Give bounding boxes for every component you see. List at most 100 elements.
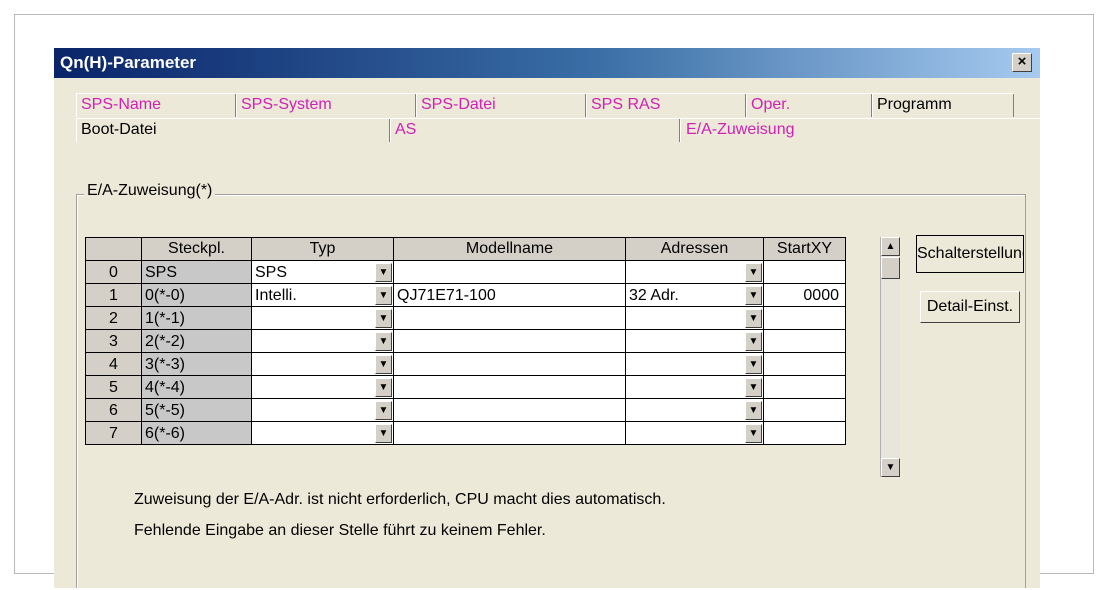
tab-oper[interactable]: Oper. (746, 93, 872, 117)
table-row: 2 1(*-1) ▼ ▼ (85, 306, 846, 330)
start-xy-cell[interactable] (763, 421, 846, 445)
chevron-down-icon[interactable]: ▼ (375, 423, 392, 443)
info-note-2: Fehlende Eingabe an dieser Stelle führt … (134, 522, 546, 539)
row-number: 7 (85, 421, 142, 445)
type-cell[interactable]: ▼ (251, 421, 394, 445)
row-number: 1 (85, 283, 142, 307)
slot-cell[interactable]: 1(*-1) (141, 306, 252, 330)
tab-label: Oper. (751, 96, 791, 113)
model-name-cell[interactable] (393, 329, 626, 353)
tab-sps-ras[interactable]: SPS RAS (586, 93, 746, 117)
button-label: Detail-Einst. (926, 298, 1014, 315)
chevron-down-icon[interactable]: ▼ (745, 400, 762, 420)
type-cell[interactable]: ▼ (251, 352, 394, 376)
row-number: 5 (85, 375, 142, 399)
button-label: Schalterstellung (917, 245, 1024, 262)
detail-settings-button[interactable]: Detail-Einst. (920, 291, 1020, 323)
scroll-thumb[interactable] (881, 257, 900, 279)
address-cell[interactable]: ▼ (625, 329, 764, 353)
chevron-down-icon[interactable]: ▼ (745, 354, 762, 374)
start-xy-cell[interactable] (763, 375, 846, 399)
row-number: 3 (85, 329, 142, 353)
model-name-cell[interactable] (393, 375, 626, 399)
switch-settings-button[interactable]: Schalterstellung (916, 235, 1024, 273)
type-cell[interactable]: ▼ (251, 306, 394, 330)
table-row: 6 5(*-5) ▼ ▼ (85, 398, 846, 422)
tab-sps-datei[interactable]: SPS-Datei (416, 93, 586, 117)
row-number: 4 (85, 352, 142, 376)
address-cell[interactable]: ▼ (625, 352, 764, 376)
chevron-down-icon[interactable]: ▼ (375, 377, 392, 397)
slot-cell-value: 3(*-3) (145, 355, 186, 373)
table-row: 7 6(*-6) ▼ ▼ (85, 421, 846, 445)
chevron-down-icon[interactable]: ▼ (745, 423, 762, 443)
start-xy-cell[interactable] (763, 329, 846, 353)
model-name-cell[interactable] (393, 306, 626, 330)
table-scrollbar[interactable]: ▲ ▼ (880, 237, 900, 477)
start-xy-cell[interactable] (763, 352, 846, 376)
chevron-down-icon[interactable]: ▼ (375, 308, 392, 328)
chevron-down-icon[interactable]: ▼ (375, 331, 392, 351)
row-number-value: 4 (109, 355, 118, 373)
start-xy-cell[interactable] (763, 306, 846, 330)
slot-cell[interactable]: 2(*-2) (141, 329, 252, 353)
tab-ea-zuweisung[interactable]: E/A-Zuweisung (680, 118, 1040, 142)
chevron-down-icon[interactable]: ▼ (375, 262, 392, 282)
slot-cell[interactable]: 5(*-5) (141, 398, 252, 422)
model-name-cell[interactable] (393, 352, 626, 376)
tab-row-divider (76, 118, 1040, 119)
tab-programm[interactable]: Programm (872, 93, 1014, 117)
header-modellname: Modellname (393, 237, 626, 261)
chevron-down-icon[interactable]: ▼ (375, 400, 392, 420)
chevron-down-icon[interactable]: ▼ (745, 285, 762, 305)
model-name-cell-value: QJ71E71-100 (397, 286, 496, 304)
chevron-down-icon[interactable]: ▼ (745, 331, 762, 351)
tab-sps-system[interactable]: SPS-System (236, 93, 416, 117)
tab-as[interactable]: AS (390, 118, 680, 142)
model-name-cell[interactable] (393, 260, 626, 284)
chevron-down-icon[interactable]: ▼ (375, 285, 392, 305)
address-cell[interactable]: ▼ (625, 260, 764, 284)
tab-boot-datei[interactable]: Boot-Datei (76, 118, 390, 142)
scroll-up-icon[interactable]: ▲ (881, 237, 900, 256)
type-cell[interactable]: Intelli. ▼ (251, 283, 394, 307)
type-cell[interactable]: ▼ (251, 375, 394, 399)
slot-cell[interactable]: 0(*-0) (141, 283, 252, 307)
start-xy-cell[interactable]: 0000 (763, 283, 846, 307)
slot-cell[interactable]: 3(*-3) (141, 352, 252, 376)
chevron-down-icon[interactable]: ▼ (375, 354, 392, 374)
tab-label: Boot-Datei (81, 121, 157, 138)
header-corner (85, 237, 142, 261)
chevron-down-icon[interactable]: ▼ (745, 262, 762, 282)
slot-cell-value: 1(*-1) (145, 309, 186, 327)
model-name-cell[interactable] (393, 421, 626, 445)
group-title: E/A-Zuweisung(*) (84, 182, 216, 200)
model-name-cell[interactable] (393, 398, 626, 422)
slot-cell[interactable]: SPS (141, 260, 252, 284)
slot-cell[interactable]: 4(*-4) (141, 375, 252, 399)
tab-sps-name[interactable]: SPS-Name (76, 93, 236, 117)
address-cell[interactable]: ▼ (625, 398, 764, 422)
type-cell[interactable]: SPS ▼ (251, 260, 394, 284)
address-cell[interactable]: ▼ (625, 306, 764, 330)
close-button[interactable]: × (1012, 53, 1032, 72)
slot-cell-value: 6(*-6) (145, 424, 186, 442)
type-cell[interactable]: ▼ (251, 329, 394, 353)
slot-cell-value: 5(*-5) (145, 401, 186, 419)
chevron-down-icon[interactable]: ▼ (745, 377, 762, 397)
table-row: 4 3(*-3) ▼ ▼ (85, 352, 846, 376)
start-xy-cell[interactable] (763, 260, 846, 284)
model-name-cell[interactable]: QJ71E71-100 (393, 283, 626, 307)
address-cell[interactable]: ▼ (625, 375, 764, 399)
slot-cell[interactable]: 6(*-6) (141, 421, 252, 445)
start-xy-cell[interactable] (763, 398, 846, 422)
address-cell[interactable]: ▼ (625, 421, 764, 445)
header-steckpl: Steckpl. (141, 237, 252, 261)
slot-cell-value: SPS (145, 263, 178, 281)
tab-label: Programm (877, 96, 952, 113)
address-cell[interactable]: 32 Adr. ▼ (625, 283, 764, 307)
chevron-down-icon[interactable]: ▼ (745, 308, 762, 328)
type-cell[interactable]: ▼ (251, 398, 394, 422)
header-startxy: StartXY (763, 237, 846, 261)
scroll-down-icon[interactable]: ▼ (881, 458, 900, 477)
